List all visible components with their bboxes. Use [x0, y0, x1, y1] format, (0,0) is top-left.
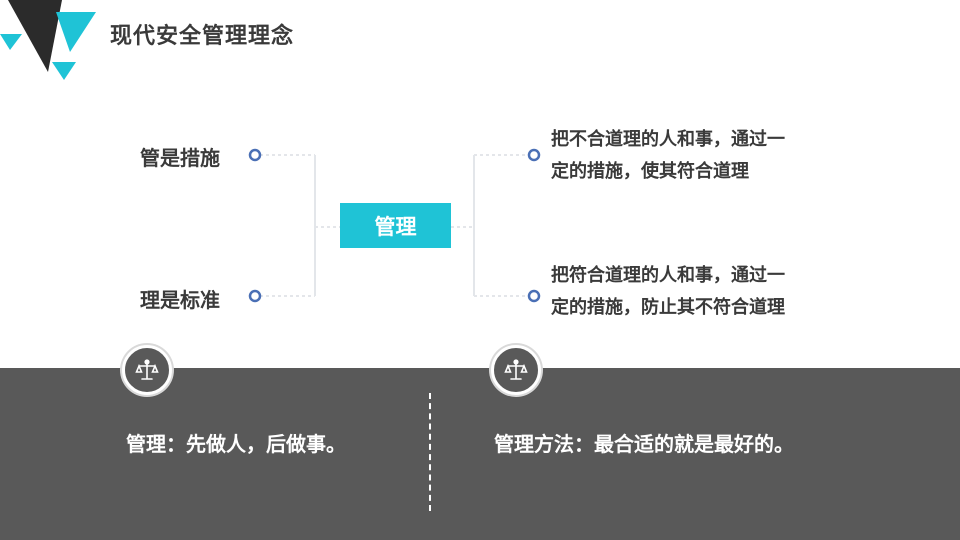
bottom-text-right: 管理方法：最合适的就是最好的。 — [494, 432, 794, 456]
scales-icon — [504, 359, 528, 380]
bottom-divider — [429, 393, 431, 511]
node-right-bottom — [527, 289, 541, 303]
badge-left — [122, 345, 172, 395]
right-item-top-line1: 把不合道理的人和事，通过一 — [551, 129, 785, 150]
right-item-bottom-line1: 把符合道理的人和事，通过一 — [551, 265, 785, 286]
right-item-bottom: 把符合道理的人和事，通过一 定的措施，防止其不符合道理 — [551, 260, 851, 324]
left-item-standards: 理是标准 — [140, 288, 220, 312]
left-item-measures: 管是措施 — [140, 146, 220, 170]
center-node-management: 管理 — [340, 203, 451, 248]
bottom-text-left: 管理：先做人，后做事。 — [126, 432, 346, 456]
scales-icon — [135, 359, 159, 380]
node-left-top — [248, 148, 262, 162]
right-item-top: 把不合道理的人和事，通过一 定的措施，使其符合道理 — [551, 124, 851, 188]
center-node-label: 管理 — [374, 214, 417, 239]
node-left-bottom — [248, 289, 262, 303]
node-right-top — [527, 148, 541, 162]
right-item-top-line2: 定的措施，使其符合道理 — [551, 161, 749, 182]
badge-right — [491, 345, 541, 395]
right-item-bottom-line2: 定的措施，防止其不符合道理 — [551, 297, 785, 318]
